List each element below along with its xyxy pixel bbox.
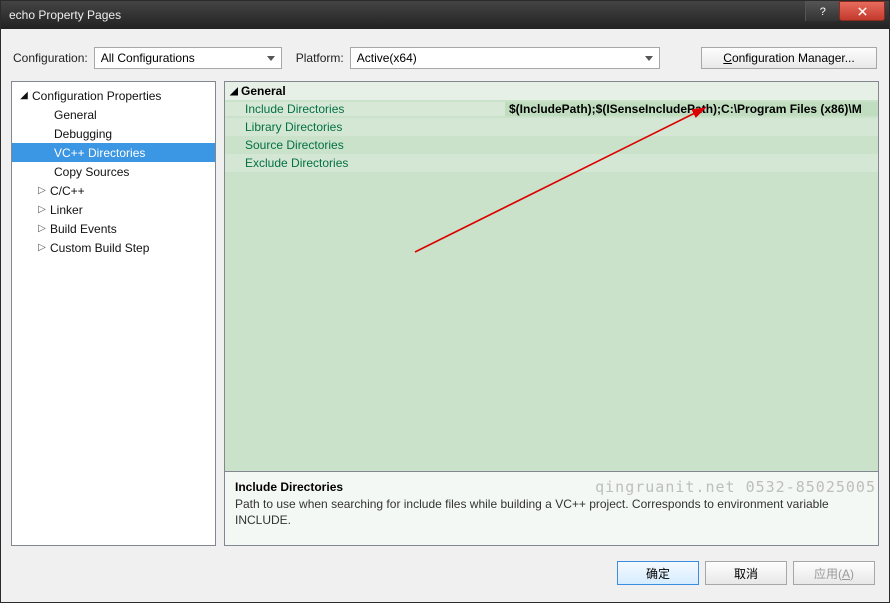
tree-item-debugging[interactable]: Debugging [12,124,215,143]
group-header[interactable]: ◢ General [225,82,878,100]
configuration-label: Configuration: [13,51,88,65]
chevron-right-icon: ▷ [36,242,48,253]
cancel-button[interactable]: 取消 [705,561,787,585]
close-button[interactable] [839,1,885,21]
chevron-right-icon: ▷ [36,223,48,234]
configuration-select[interactable]: All Configurations [94,47,282,69]
configuration-manager-button[interactable]: Configuration Manager... [701,47,877,69]
window-title: echo Property Pages [9,8,805,22]
prop-row-source-directories[interactable]: Source Directories [225,136,878,154]
tree-item-vcpp-directories[interactable]: VC++ Directories [12,143,215,162]
property-pages-window: echo Property Pages ? Configuration: All… [0,0,890,603]
svg-text:?: ? [820,6,826,17]
description-title: Include Directories [235,480,868,494]
nav-tree[interactable]: ◢ Configuration Properties General Debug… [11,81,216,546]
dialog-footer: 确定 取消 应用(A) [11,546,879,592]
platform-value: Active(x64) [357,51,417,65]
ok-button[interactable]: 确定 [617,561,699,585]
platform-select[interactable]: Active(x64) [350,47,660,69]
chevron-down-icon: ◢ [18,90,30,101]
titlebar-buttons: ? [805,1,889,29]
property-grid[interactable]: ◢ General Include Directories $(IncludeP… [224,81,879,472]
tree-item-build-events[interactable]: ▷Build Events [12,219,215,238]
help-button[interactable]: ? [805,1,839,21]
prop-row-library-directories[interactable]: Library Directories [225,118,878,136]
configuration-value: All Configurations [101,51,195,65]
apply-button[interactable]: 应用(A) [793,561,875,585]
chevron-right-icon: ▷ [36,185,48,196]
prop-row-include-directories[interactable]: Include Directories $(IncludePath);$(ISe… [225,100,878,118]
tree-item-general[interactable]: General [12,105,215,124]
help-icon: ? [817,6,828,17]
platform-label: Platform: [296,51,344,65]
chevron-right-icon: ▷ [36,204,48,215]
tree-item-ccpp[interactable]: ▷C/C++ [12,181,215,200]
config-toolbar: Configuration: All Configurations Platfo… [11,39,879,81]
prop-row-exclude-directories[interactable]: Exclude Directories [225,154,878,172]
titlebar: echo Property Pages ? [1,1,889,29]
close-icon [857,6,868,17]
chevron-down-icon: ◢ [225,86,239,97]
property-column: ◢ General Include Directories $(IncludeP… [224,81,879,546]
tree-root[interactable]: ◢ Configuration Properties [12,86,215,105]
main-row: ◢ Configuration Properties General Debug… [11,81,879,546]
client-area: Configuration: All Configurations Platfo… [1,29,889,602]
tree-item-linker[interactable]: ▷Linker [12,200,215,219]
description-body: Path to use when searching for include f… [235,496,868,528]
tree-item-copy-sources[interactable]: Copy Sources [12,162,215,181]
description-panel: Include Directories Path to use when sea… [224,472,879,546]
tree-item-custom-build-step[interactable]: ▷Custom Build Step [12,238,215,257]
